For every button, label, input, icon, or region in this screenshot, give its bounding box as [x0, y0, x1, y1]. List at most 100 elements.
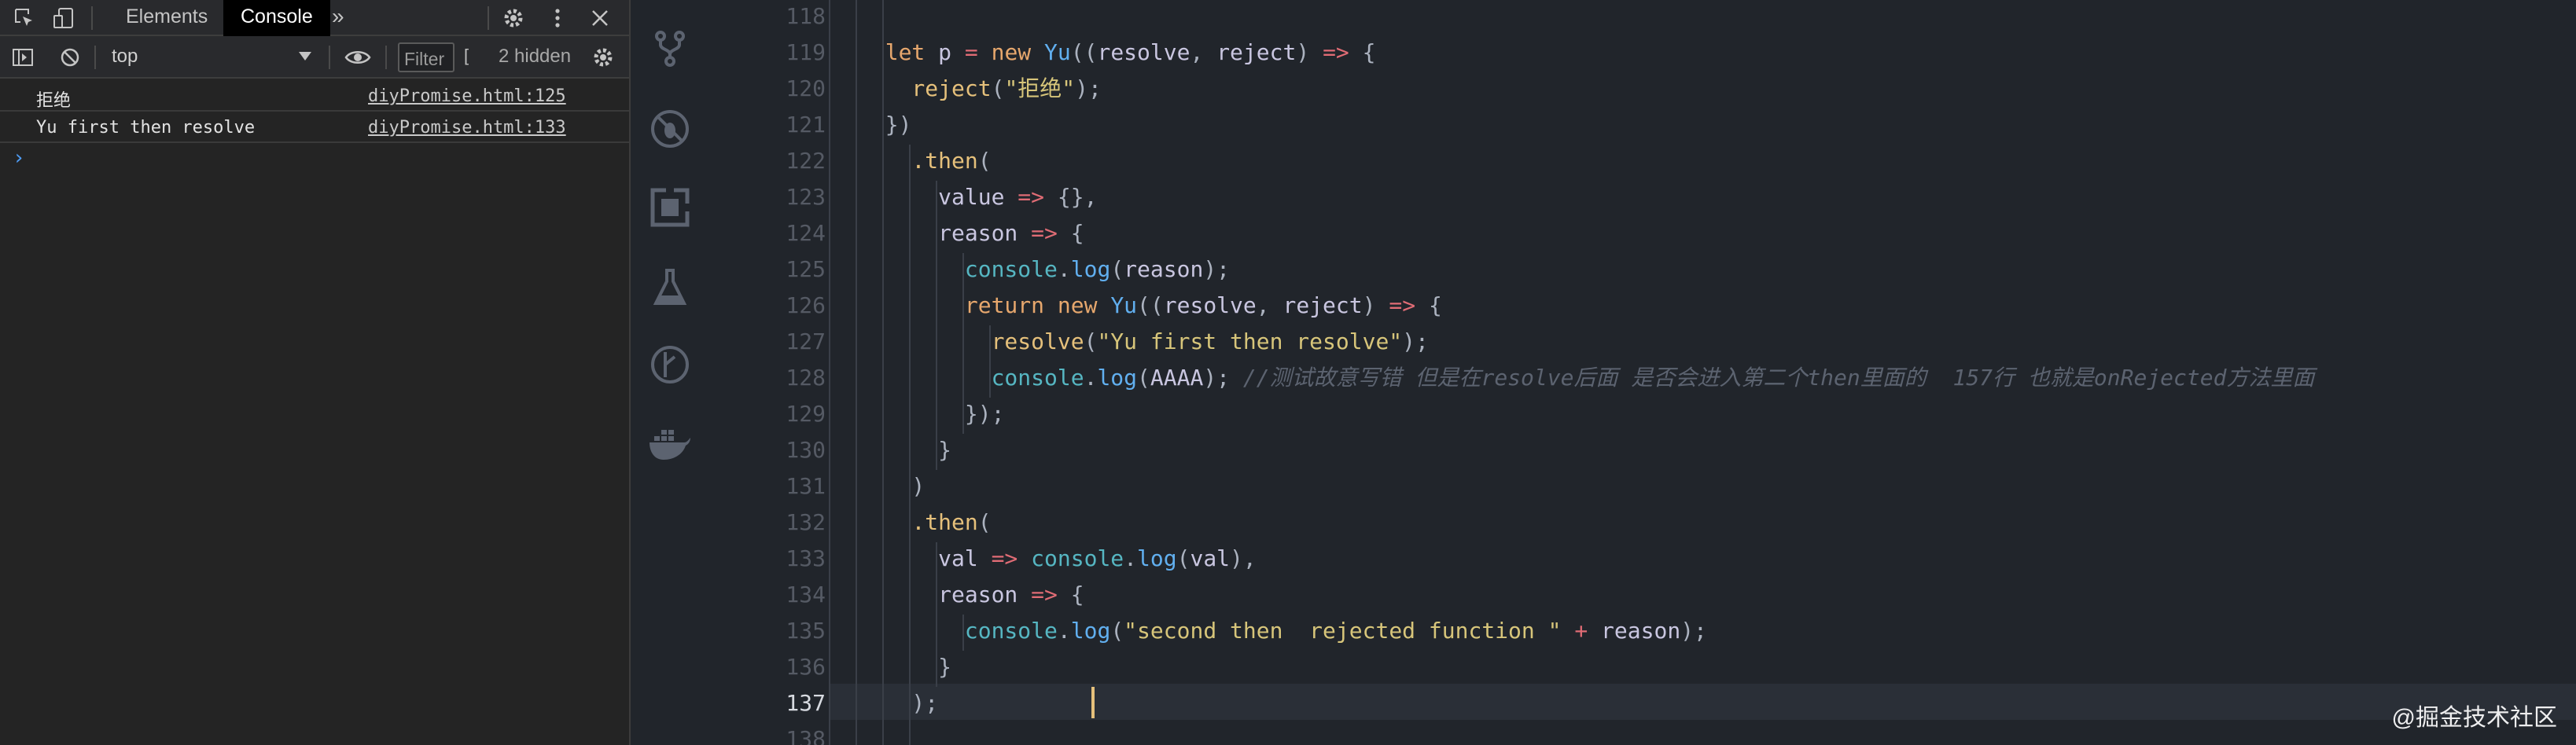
code-token: .: [1057, 256, 1071, 282]
live-expression-eye-icon[interactable]: [344, 44, 371, 71]
code-token: Yu: [1044, 39, 1071, 65]
clear-console-icon[interactable]: [57, 44, 83, 71]
line-number-gutter: 118 119 120 121 122 123 124 125 126 127 128 129 130 1…: [708, 0, 826, 745]
line-number: 131: [786, 473, 826, 499]
code-area[interactable]: let p = new Yu((resolve, reject) => { re…: [829, 0, 2576, 745]
code-token: .: [1084, 365, 1098, 391]
code-token: );: [1075, 75, 1102, 101]
debug-disabled-icon[interactable]: [648, 107, 692, 151]
code-token: {},: [1057, 184, 1098, 210]
line-number: 123: [786, 184, 826, 210]
test-flask-icon[interactable]: [648, 266, 692, 310]
hidden-messages-count[interactable]: 2 hidden: [499, 46, 571, 68]
code-token: console: [859, 256, 1058, 282]
code-line: console.log("second then rejected functi…: [859, 613, 1707, 649]
console-settings-gear-icon[interactable]: [590, 44, 616, 71]
chevron-down-icon[interactable]: [299, 52, 311, 61]
code-token: ((: [1137, 292, 1164, 318]
console-prompt[interactable]: ›: [13, 146, 25, 170]
code-token: );: [1203, 256, 1231, 282]
code-token: (: [1176, 545, 1190, 571]
code-token: {: [1070, 582, 1084, 607]
line-number: 134: [786, 582, 826, 607]
code-line: console.log(AAAA); //测试故意写错 但是在resolve后面…: [859, 360, 2315, 396]
code-token: val: [859, 545, 992, 571]
filter-input[interactable]: Filter: [398, 42, 454, 72]
code-token: AAAA: [1150, 365, 1204, 391]
devtools-panel: Elements Console » top Filter [ 2 hidden: [0, 0, 631, 745]
code-token: );: [1680, 618, 1707, 644]
code-token: let: [859, 39, 939, 65]
code-line: }: [859, 432, 951, 468]
line-number: 137: [786, 690, 826, 716]
code-token: Yu: [1110, 292, 1138, 318]
tab-console[interactable]: Console: [223, 0, 330, 36]
code-token: //测试故意写错 但是在resolve后面 是否会进入第二个then里面的 15…: [1242, 365, 2315, 391]
code-token: });: [859, 401, 1005, 427]
code-token: reason: [859, 582, 1032, 607]
line-number: 138: [786, 726, 826, 745]
code-line: value => {},: [859, 179, 1097, 215]
tab-elements[interactable]: Elements: [109, 0, 225, 36]
line-number: 120: [786, 75, 826, 101]
code-token: resolve: [1163, 292, 1257, 318]
code-token: console: [1031, 545, 1124, 571]
watermark: @掘金技术社区: [2391, 705, 2557, 731]
indent-guide: [829, 0, 830, 745]
code-token: =>: [1031, 220, 1071, 246]
code-token: );: [859, 690, 939, 716]
more-options-icon[interactable]: [544, 5, 571, 31]
extensions-icon[interactable]: [648, 185, 692, 229]
console-message-text: Yu first then resolve: [36, 118, 256, 138]
source-control-icon[interactable]: [648, 27, 692, 71]
code-token: new: [991, 39, 1045, 65]
code-token: {: [1428, 292, 1442, 318]
code-token: (: [977, 509, 992, 535]
code-token: "Yu first then resolve": [1097, 328, 1403, 354]
code-line: }: [859, 649, 951, 685]
sidebar-toggle-icon[interactable]: [9, 44, 36, 71]
more-tabs-icon[interactable]: »: [322, 0, 354, 36]
close-icon[interactable]: [587, 5, 613, 31]
code-token: reason: [859, 220, 1032, 246]
editor-activity-bar: [632, 0, 708, 745]
code-token: .then: [911, 509, 978, 535]
code-token: log: [1070, 618, 1111, 644]
line-number: 128: [786, 365, 826, 391]
code-token: p: [938, 39, 965, 65]
code-line: reject("拒绝");: [859, 71, 1102, 107]
line-number: 130: [786, 437, 826, 463]
device-toolbar-icon[interactable]: [50, 5, 77, 31]
code-token: return: [859, 292, 1058, 318]
console-message-source-link[interactable]: diyPromise.html:125: [368, 86, 566, 106]
timeline-clock-icon[interactable]: [648, 343, 692, 387]
code-line: console.log(reason);: [859, 251, 1230, 288]
code-token: ): [1296, 39, 1323, 65]
execution-context-select[interactable]: top: [112, 46, 138, 68]
code-line: );: [859, 685, 938, 721]
docker-whale-icon[interactable]: [648, 421, 692, 465]
line-number: 135: [786, 618, 826, 644]
code-token: =>: [1389, 292, 1429, 318]
line-number: 127: [786, 328, 826, 354]
settings-gear-icon[interactable]: [500, 5, 527, 31]
console-message-source-link[interactable]: diyPromise.html:133: [368, 118, 566, 138]
code-token: }: [859, 437, 952, 463]
code-token: =>: [1031, 582, 1071, 607]
code-token: ): [1362, 292, 1389, 318]
toolbar-divider: [488, 6, 489, 30]
code-token: {: [1362, 39, 1376, 65]
text-cursor: [1091, 687, 1095, 718]
code-token: ),: [1230, 545, 1257, 571]
inspect-element-icon[interactable]: [11, 5, 38, 31]
code-line: resolve("Yu first then resolve");: [859, 324, 1429, 360]
code-token: (: [1084, 328, 1098, 354]
code-token: .then: [911, 148, 978, 174]
indent-guide: [856, 0, 857, 745]
code-editor[interactable]: 118 119 120 121 122 123 124 125 126 127 128 129 130 1…: [708, 0, 2576, 745]
code-line: .then(: [859, 143, 991, 179]
code-token: reason: [1601, 618, 1681, 644]
code-token: }): [859, 112, 912, 138]
line-number: 133: [786, 545, 826, 571]
